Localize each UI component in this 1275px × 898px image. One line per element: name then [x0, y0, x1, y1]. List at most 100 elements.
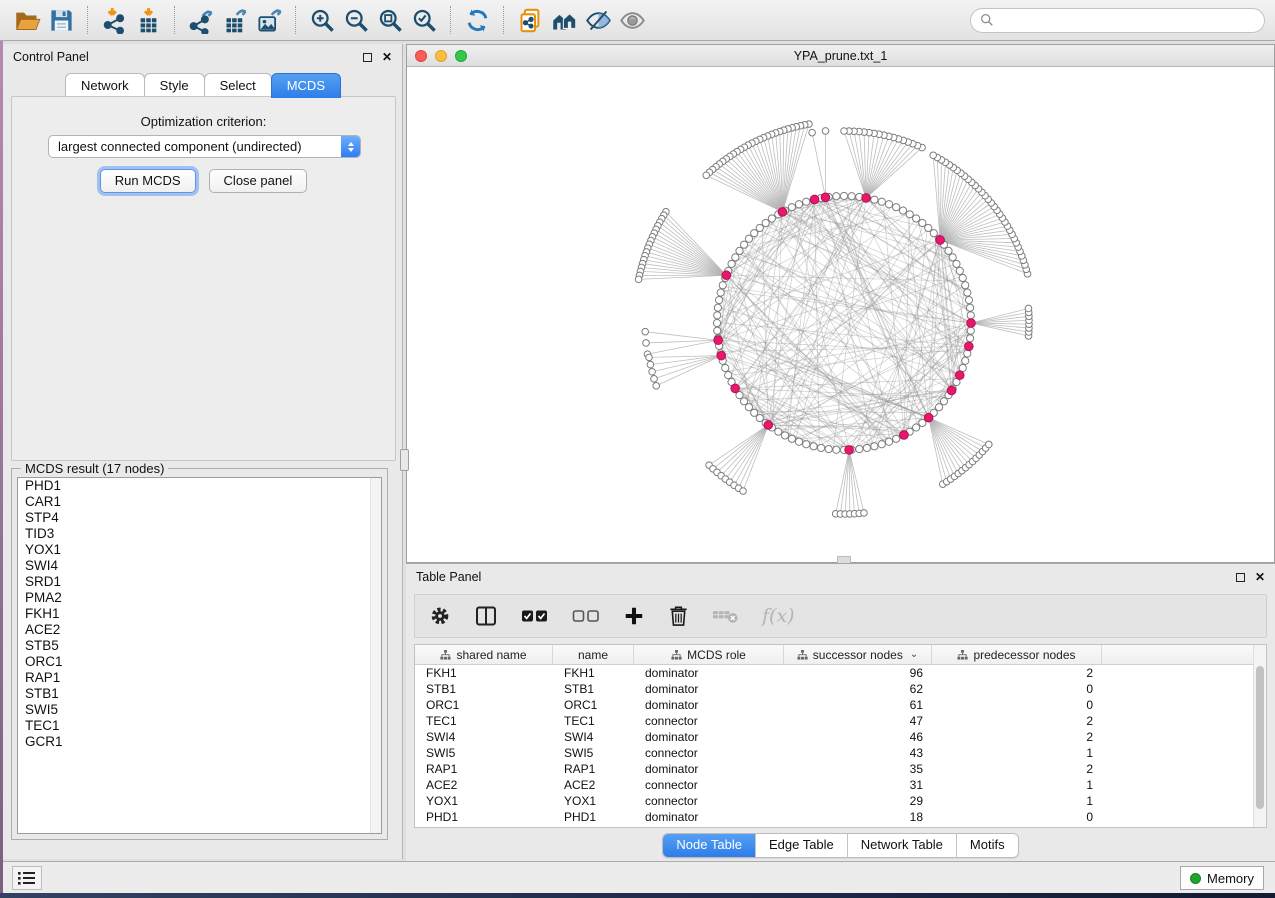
- tab-network-table[interactable]: Network Table: [848, 834, 957, 857]
- graph-node[interactable]: [848, 193, 855, 200]
- graph-node[interactable]: [966, 335, 973, 342]
- graph-node[interactable]: [803, 441, 810, 448]
- run-mcds-button[interactable]: Run MCDS: [100, 169, 196, 193]
- graph-node[interactable]: [775, 428, 782, 435]
- table-row[interactable]: RAP1RAP1dominator352: [415, 761, 1266, 777]
- graph-node[interactable]: [643, 340, 650, 347]
- graph-node[interactable]: [646, 354, 653, 361]
- graph-node-mcds[interactable]: [845, 446, 854, 455]
- graph-node[interactable]: [967, 312, 974, 319]
- graph-node[interactable]: [788, 435, 795, 442]
- graph-node[interactable]: [906, 211, 913, 218]
- table-row[interactable]: SWI4SWI4dominator462: [415, 729, 1266, 745]
- graph-node[interactable]: [945, 247, 952, 254]
- tab-select[interactable]: Select: [204, 73, 272, 98]
- graph-node[interactable]: [899, 207, 906, 214]
- zoom-fit-button[interactable]: [373, 3, 407, 37]
- mcds-result-item[interactable]: SRD1: [18, 574, 381, 590]
- table-row[interactable]: ACE2ACE2connector311: [415, 777, 1266, 793]
- graph-node-mcds[interactable]: [731, 384, 740, 393]
- zoom-selected-button[interactable]: [407, 3, 441, 37]
- graph-node[interactable]: [930, 230, 937, 237]
- float-panel-icon[interactable]: [1236, 573, 1245, 582]
- graph-node[interactable]: [762, 219, 769, 226]
- network-canvas[interactable]: [407, 67, 1274, 562]
- task-history-button[interactable]: [12, 866, 42, 890]
- column-header-shared-name[interactable]: shared name: [415, 645, 553, 664]
- mcds-result-item[interactable]: RAP1: [18, 670, 381, 686]
- table-row[interactable]: FKH1FKH1dominator962: [415, 665, 1266, 681]
- graph-node[interactable]: [768, 215, 775, 222]
- tab-edge-table[interactable]: Edge Table: [756, 834, 848, 857]
- graph-node[interactable]: [964, 289, 971, 296]
- graph-node-mcds[interactable]: [967, 319, 976, 328]
- import-network-button[interactable]: [97, 3, 131, 37]
- graph-node[interactable]: [803, 198, 810, 205]
- graph-node[interactable]: [913, 215, 920, 222]
- optimization-criterion-select[interactable]: largest connected component (undirected): [48, 135, 361, 158]
- graph-node[interactable]: [745, 404, 752, 411]
- close-panel-icon[interactable]: ✕: [382, 51, 392, 63]
- graph-node[interactable]: [878, 198, 885, 205]
- table-row[interactable]: YOX1YOX1connector291: [415, 793, 1266, 809]
- home-button[interactable]: [547, 3, 581, 37]
- column-header-successor-nodes[interactable]: successor nodes⌄: [784, 645, 932, 664]
- save-session-button[interactable]: [44, 3, 78, 37]
- import-table-button[interactable]: [131, 3, 165, 37]
- new-network-from-selection-button[interactable]: [513, 3, 547, 37]
- export-network-button[interactable]: [184, 3, 218, 37]
- graph-node[interactable]: [930, 152, 937, 159]
- table-settings-button[interactable]: [429, 601, 451, 631]
- graph-node[interactable]: [825, 445, 832, 452]
- graph-node[interactable]: [962, 357, 969, 364]
- graph-node[interactable]: [635, 276, 642, 283]
- graph-node[interactable]: [966, 304, 973, 311]
- graph-node[interactable]: [715, 297, 722, 304]
- hide-selected-button[interactable]: [581, 3, 615, 37]
- table-scrollbar[interactable]: [1253, 645, 1266, 827]
- mcds-result-item[interactable]: GCR1: [18, 734, 381, 750]
- close-panel-button[interactable]: Close panel: [209, 169, 308, 193]
- zoom-out-button[interactable]: [339, 3, 373, 37]
- sort-indicator-icon[interactable]: ⌄: [910, 649, 918, 660]
- graph-node[interactable]: [788, 204, 795, 211]
- graph-node[interactable]: [871, 196, 878, 203]
- mcds-result-item[interactable]: STB5: [18, 638, 381, 654]
- graph-node[interactable]: [885, 438, 892, 445]
- show-column-button[interactable]: [474, 601, 498, 631]
- graph-node[interactable]: [810, 443, 817, 450]
- graph-node[interactable]: [913, 424, 920, 431]
- graph-node-mcds[interactable]: [947, 386, 956, 395]
- table-row[interactable]: TEC1TEC1connector472: [415, 713, 1266, 729]
- graph-node[interactable]: [822, 128, 829, 135]
- mcds-result-item[interactable]: PHD1: [18, 478, 381, 494]
- graph-node[interactable]: [893, 204, 900, 211]
- graph-node[interactable]: [953, 260, 960, 267]
- tab-style[interactable]: Style: [144, 73, 205, 98]
- graph-node[interactable]: [717, 289, 724, 296]
- graph-node[interactable]: [833, 193, 840, 200]
- graph-node[interactable]: [714, 304, 721, 311]
- graph-node[interactable]: [893, 435, 900, 442]
- export-image-button[interactable]: [252, 3, 286, 37]
- mcds-result-list[interactable]: PHD1CAR1STP4TID3YOX1SWI4SRD1PMA2FKH1ACE2…: [17, 477, 382, 834]
- graph-node[interactable]: [925, 224, 932, 231]
- table-row[interactable]: SWI5SWI5connector431: [415, 745, 1266, 761]
- table-scrollbar-thumb[interactable]: [1256, 666, 1264, 809]
- unselect-all-columns-button[interactable]: [572, 601, 600, 631]
- graph-node[interactable]: [714, 327, 721, 334]
- column-header-MCDS-role[interactable]: MCDS role: [634, 645, 784, 664]
- graph-node-mcds[interactable]: [778, 208, 787, 217]
- column-header-predecessor-nodes[interactable]: predecessor nodes: [932, 645, 1102, 664]
- mcds-result-item[interactable]: PMA2: [18, 590, 381, 606]
- graph-node[interactable]: [642, 328, 649, 335]
- graph-node-mcds[interactable]: [717, 351, 726, 360]
- show-all-button[interactable]: [615, 3, 649, 37]
- graph-node-mcds[interactable]: [955, 371, 964, 380]
- panel-splitter-handle[interactable]: [400, 449, 409, 471]
- graph-node[interactable]: [740, 488, 747, 495]
- graph-node-mcds[interactable]: [810, 195, 819, 204]
- graph-node-mcds[interactable]: [965, 342, 974, 351]
- graph-node[interactable]: [919, 219, 926, 226]
- select-all-columns-button[interactable]: [521, 601, 549, 631]
